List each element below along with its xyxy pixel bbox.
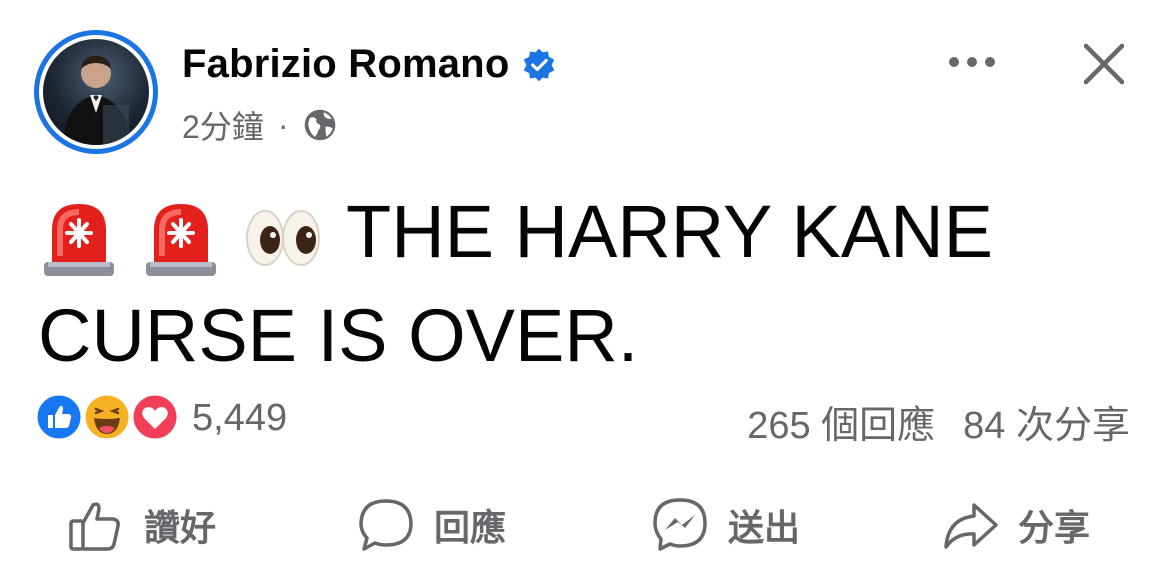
post-header: Fabrizio Romano 2分鐘 · — [0, 0, 1170, 170]
share-count[interactable]: 84 次分享 — [963, 394, 1130, 449]
post-body: THE HARRY KANE CURSE IS OVER. — [38, 180, 1138, 388]
reaction-summary[interactable]: 5,449 — [34, 392, 287, 444]
share-arrow-icon — [944, 503, 998, 549]
share-label: 分享 — [1018, 507, 1091, 548]
police-light-emoji — [146, 204, 216, 277]
share-button[interactable]: 分享 — [940, 490, 1090, 560]
post-time[interactable]: 2分鐘 — [182, 102, 264, 148]
police-light-emoji — [44, 204, 114, 277]
meta-separator: · — [277, 106, 289, 143]
reaction-count: 5,449 — [192, 396, 288, 439]
comment-bubble-icon — [359, 499, 413, 551]
more-options-icon[interactable] — [944, 44, 1000, 80]
engagement-stats: 265 個回應 84 次分享 — [747, 394, 1130, 449]
send-button[interactable]: 送出 — [650, 490, 800, 560]
author-avatar[interactable] — [34, 30, 158, 154]
close-icon[interactable] — [1078, 38, 1130, 90]
reaction-icons — [34, 392, 182, 444]
comment-count[interactable]: 265 個回應 — [747, 394, 935, 449]
eyes-emoji — [246, 210, 320, 267]
thumbs-up-icon — [69, 502, 120, 551]
avatar-photo — [43, 39, 149, 145]
love-reaction-icon — [130, 392, 180, 442]
author-name-row: Fabrizio Romano — [182, 42, 557, 87]
globe-icon — [305, 109, 336, 141]
comment-label: 回應 — [434, 507, 507, 548]
verified-badge-icon — [524, 48, 555, 81]
emoji-group — [38, 196, 324, 278]
haha-reaction-icon — [82, 392, 132, 442]
post-meta: 2分鐘 · — [182, 102, 338, 148]
send-label: 送出 — [728, 507, 801, 548]
action-bar: 讚好 回應 送出 分享 — [0, 490, 1170, 560]
messenger-icon — [653, 498, 707, 551]
like-label: 讚好 — [144, 507, 217, 548]
like-button[interactable]: 讚好 — [66, 490, 216, 560]
comment-button[interactable]: 回應 — [356, 490, 506, 560]
author-name[interactable]: Fabrizio Romano — [182, 42, 509, 87]
like-reaction-icon — [34, 392, 84, 442]
